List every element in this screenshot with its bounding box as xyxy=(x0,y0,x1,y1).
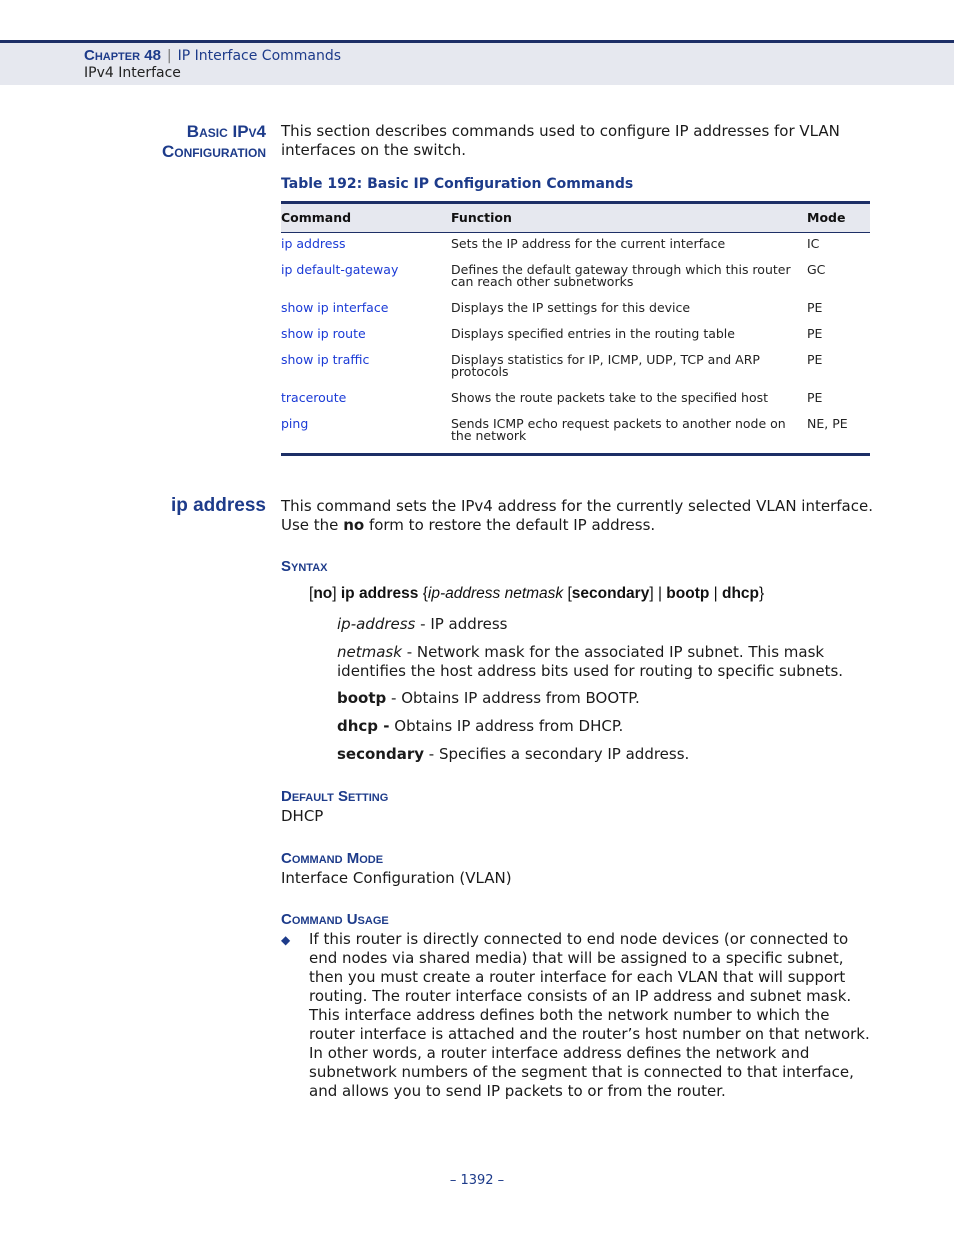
table-caption: Table 192: Basic IP Configuration Comman… xyxy=(281,176,634,192)
commands-table: Command Function Mode ip address Sets th… xyxy=(281,201,870,456)
desc-text: form to restore the default IP address. xyxy=(364,516,656,534)
command-link[interactable]: traceroute xyxy=(281,390,346,405)
table-row: traceroute Shows the route packets take … xyxy=(281,389,870,415)
table-row: ip default-gateway Defines the default g… xyxy=(281,261,870,299)
header-subtitle: IPv4 Interface xyxy=(84,65,181,81)
header-separator: | xyxy=(166,48,172,64)
function-cell: Sets the IP address for the current inte… xyxy=(451,236,726,251)
param-netmask: netmask - Network mask for the associate… xyxy=(337,643,844,680)
table-row: show ip interface Displays the IP settin… xyxy=(281,299,870,325)
chapter-line: Chapter 48 | IP Interface Commands xyxy=(84,47,341,64)
default-setting-heading: Default Setting xyxy=(281,788,389,805)
command-usage-heading: Command Usage xyxy=(281,911,389,928)
function-cell: Displays specified entries in the routin… xyxy=(451,326,735,341)
desc-bold-no: no xyxy=(343,516,365,534)
function-cell: Displays the IP settings for this device xyxy=(451,300,691,315)
column-header-command: Command xyxy=(281,210,352,225)
default-setting-value: DHCP xyxy=(281,807,324,825)
function-cell: Shows the route packets take to the spec… xyxy=(451,390,769,405)
mode-cell: IC xyxy=(807,236,820,251)
function-cell: Defines the default gateway through whic… xyxy=(451,262,791,289)
function-cell: Sends ICMP echo request packets to anoth… xyxy=(451,416,786,443)
function-cell: Displays statistics for IP, ICMP, UDP, T… xyxy=(451,352,760,379)
diamond-bullet-icon: ◆ xyxy=(281,933,291,947)
syntax-line: [no] ip address {ip-address netmask [sec… xyxy=(309,585,765,602)
command-link[interactable]: ping xyxy=(281,416,308,431)
table-row: show ip route Displays specified entries… xyxy=(281,325,870,351)
section-heading-basic-ipv4: Basic IPv4 Configuration xyxy=(162,122,266,162)
mode-cell: NE, PE xyxy=(807,416,848,431)
param-secondary: secondary - Specifies a secondary IP add… xyxy=(337,745,690,763)
command-mode-heading: Command Mode xyxy=(281,850,384,867)
mode-cell: PE xyxy=(807,300,823,315)
command-link[interactable]: ip default-gateway xyxy=(281,262,398,277)
table-header-row: Command Function Mode xyxy=(281,202,870,233)
column-header-mode: Mode xyxy=(807,210,846,225)
table-row: ip address Sets the IP address for the c… xyxy=(281,233,870,262)
mode-cell: GC xyxy=(807,262,826,277)
param-dhcp: dhcp - Obtains IP address from DHCP. xyxy=(337,717,624,735)
syntax-heading: Syntax xyxy=(281,558,328,575)
section-intro: This section describes commands used to … xyxy=(281,122,840,159)
section-heading-line2: Configuration xyxy=(161,142,266,161)
param-ip-address: ip-address - IP address xyxy=(337,615,508,633)
command-link[interactable]: show ip traffic xyxy=(281,352,369,367)
command-link[interactable]: show ip interface xyxy=(281,300,388,315)
command-heading-ip-address: ip address xyxy=(170,495,266,516)
page-number: – 1392 – xyxy=(449,1173,505,1188)
section-heading-line1: Basic IPv4 xyxy=(186,122,266,141)
chapter-label: Chapter 48 xyxy=(84,47,161,64)
command-description: This command sets the IPv4 address for t… xyxy=(281,497,881,535)
chapter-title: IP Interface Commands xyxy=(177,48,342,64)
column-header-function: Function xyxy=(451,210,512,225)
command-mode-value: Interface Configuration (VLAN) xyxy=(281,869,512,887)
table-row: show ip traffic Displays statistics for … xyxy=(281,351,870,389)
mode-cell: PE xyxy=(807,326,823,341)
page-header: Chapter 48 | IP Interface Commands IPv4 In… xyxy=(0,40,954,85)
mode-cell: PE xyxy=(807,390,823,405)
mode-cell: PE xyxy=(807,352,823,367)
usage-bullet: If this router is directly connected to … xyxy=(309,930,870,1100)
command-link[interactable]: show ip route xyxy=(281,326,366,341)
command-link[interactable]: ip address xyxy=(281,236,346,251)
param-bootp: bootp - Obtains IP address from BOOTP. xyxy=(337,689,640,707)
table-row: ping Sends ICMP echo request packets to … xyxy=(281,415,870,455)
